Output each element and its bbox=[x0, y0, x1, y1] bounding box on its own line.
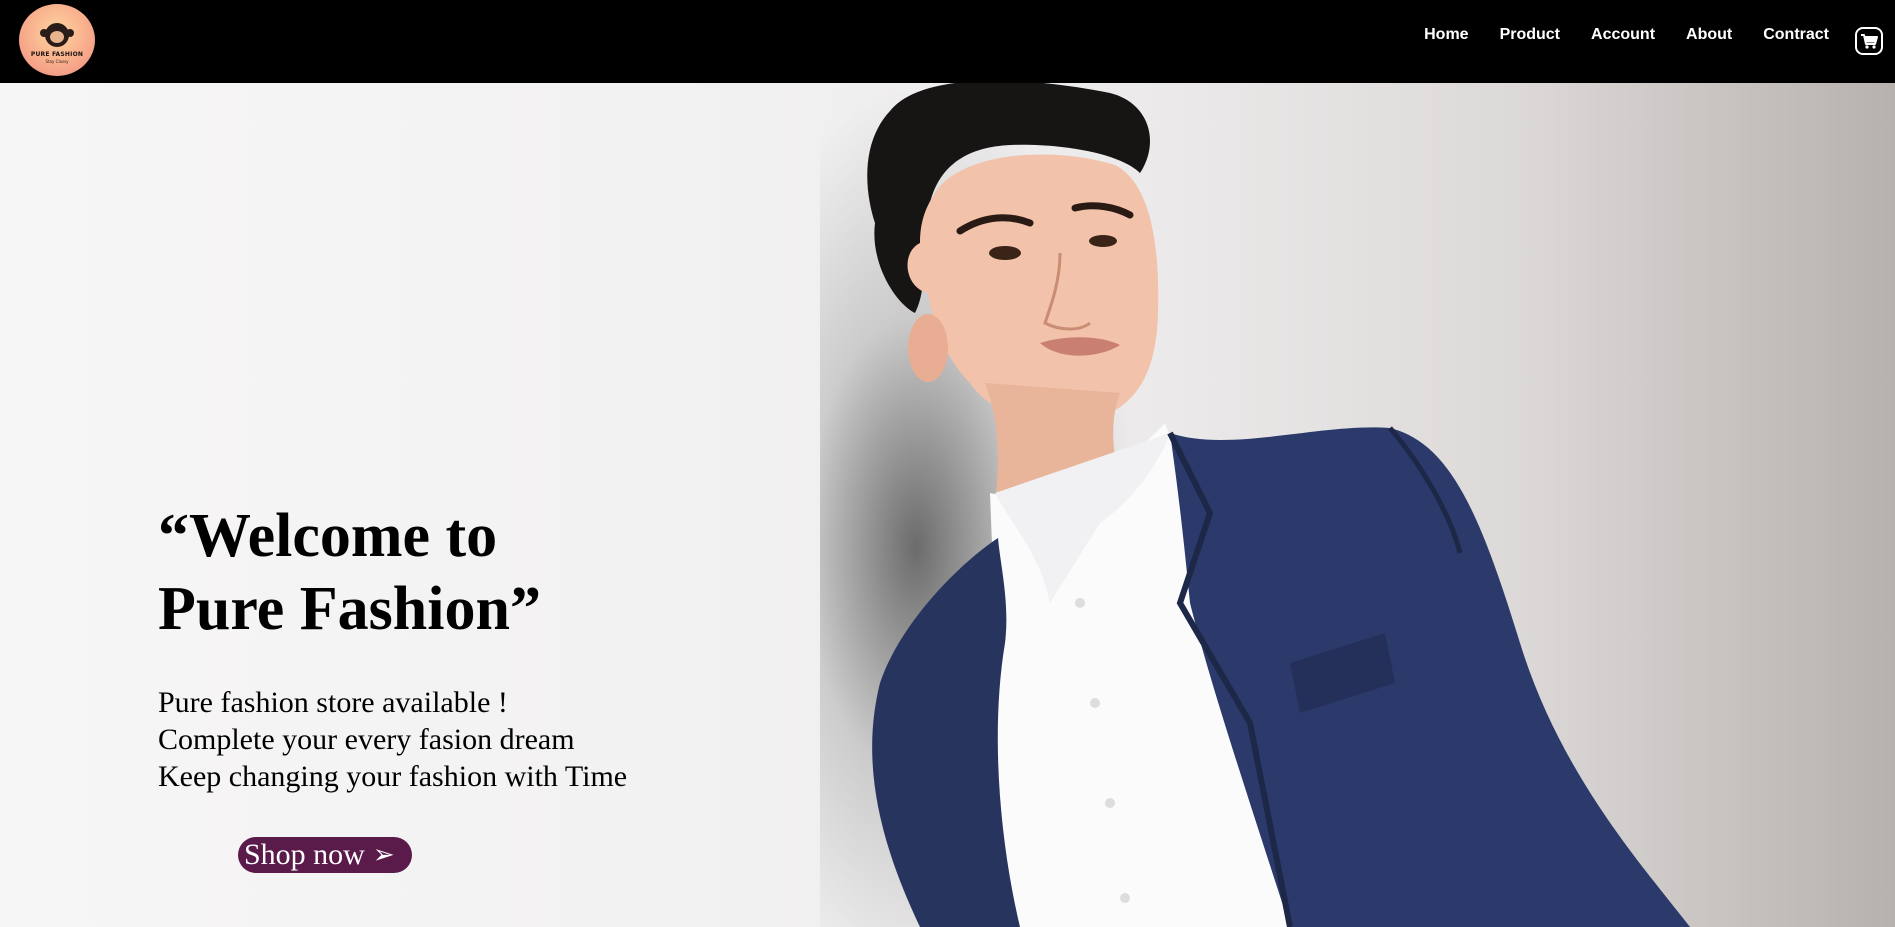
arrow-right-icon: ➢ bbox=[372, 840, 395, 869]
nav-contract-link[interactable]: Contract bbox=[1763, 26, 1829, 44]
headline-line-1: “Welcome to bbox=[158, 502, 498, 570]
logo-brand-text: PURE FASHION bbox=[30, 50, 84, 58]
hero-headline: “Welcome to Pure Fashion” bbox=[158, 500, 778, 646]
shop-now-button[interactable]: Shop now ➢ bbox=[238, 837, 412, 873]
nav-home-link[interactable]: Home bbox=[1424, 26, 1468, 44]
shop-now-label: Shop now bbox=[244, 838, 365, 871]
nav-account-link[interactable]: Account bbox=[1591, 26, 1655, 44]
shopping-cart-icon[interactable] bbox=[1855, 27, 1883, 55]
hero-text-block: “Welcome to Pure Fashion” Pure fashion s… bbox=[158, 500, 778, 795]
nav-about-link[interactable]: About bbox=[1686, 26, 1732, 44]
headline-line-2: Pure Fashion” bbox=[158, 575, 541, 643]
top-navbar: PURE FASHION Stay Classy Home Product Ac… bbox=[0, 0, 1895, 83]
monkey-logo-icon bbox=[40, 22, 74, 47]
main-nav: Home Product Account About Contract bbox=[1393, 26, 1829, 44]
tagline-line-3: Keep changing your fashion with Time bbox=[158, 760, 628, 793]
tagline-line-1: Pure fashion store available ! bbox=[158, 686, 508, 719]
nav-product-link[interactable]: Product bbox=[1500, 26, 1560, 44]
hero-tagline: Pure fashion store available ! Complete … bbox=[158, 684, 778, 795]
logo-tagline-text: Stay Classy bbox=[45, 58, 69, 64]
tagline-line-2: Complete your every fasion dream bbox=[158, 723, 575, 756]
hero-section: “Welcome to Pure Fashion” Pure fashion s… bbox=[0, 83, 1895, 927]
brand-logo[interactable]: PURE FASHION Stay Classy bbox=[19, 4, 95, 76]
